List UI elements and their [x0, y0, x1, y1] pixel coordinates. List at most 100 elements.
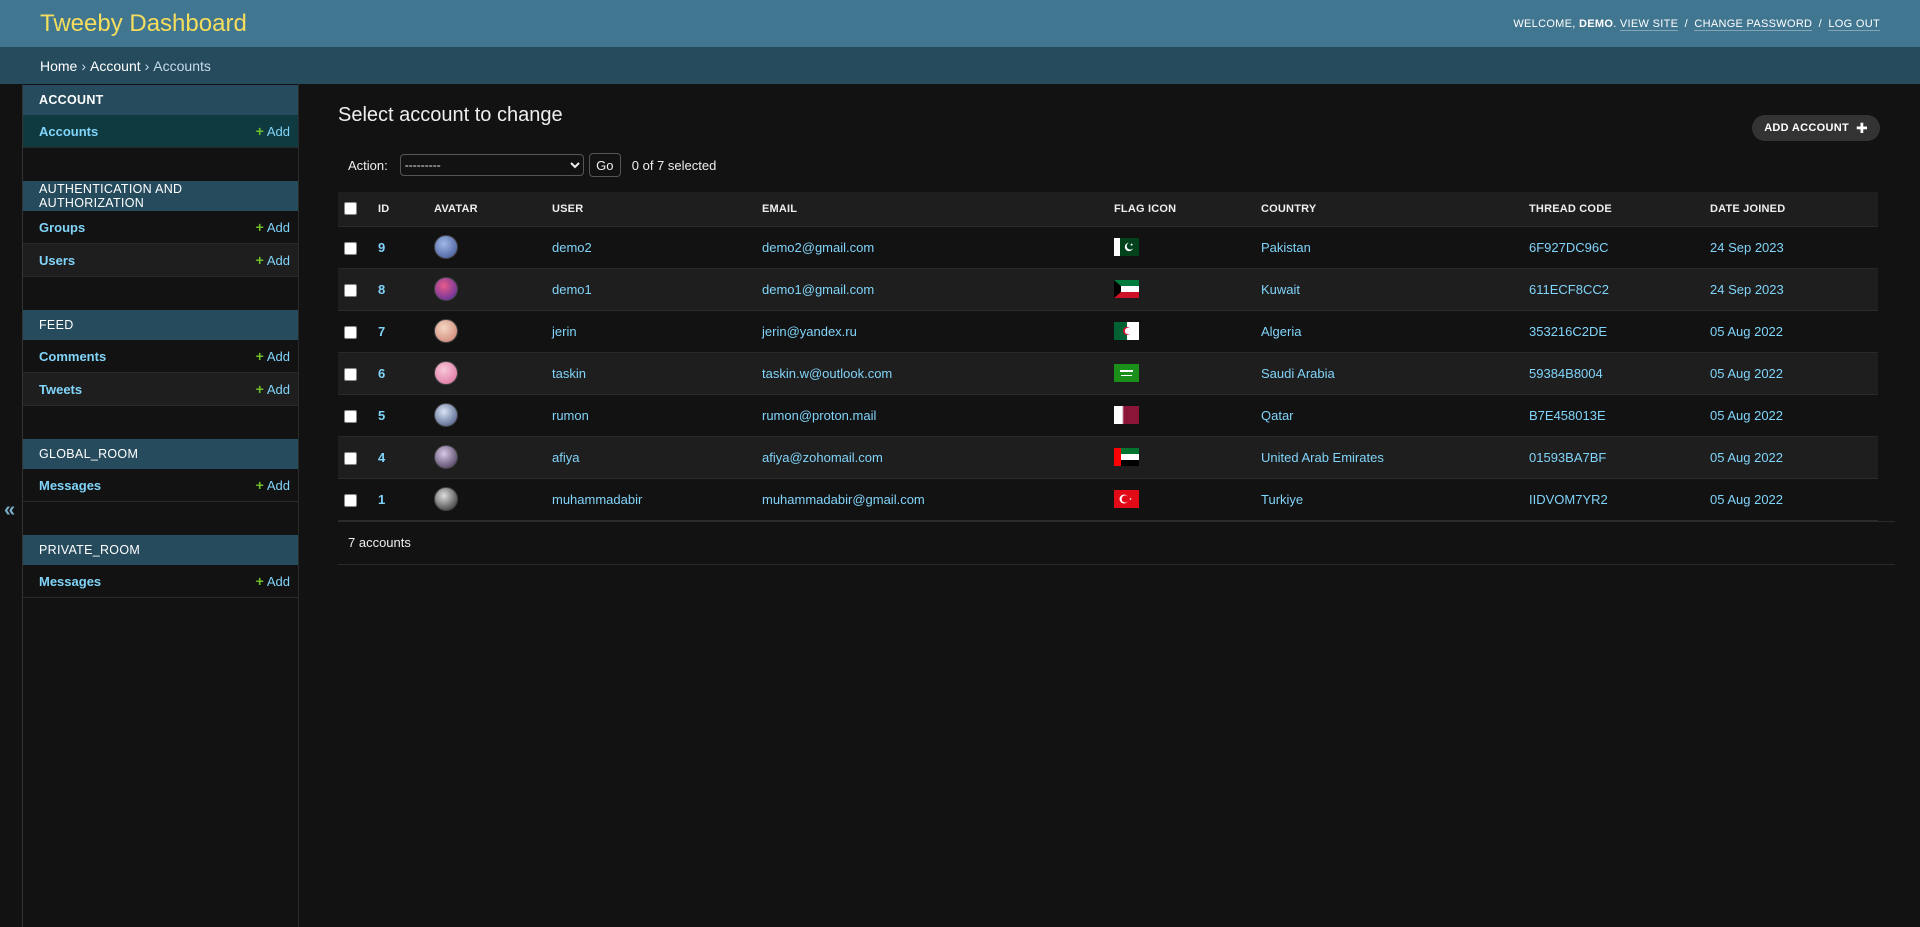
row-checkbox[interactable] — [344, 367, 357, 381]
column-header-id[interactable]: ID — [372, 192, 428, 227]
country-link[interactable]: Qatar — [1261, 408, 1294, 423]
actions-bar: Action: --------- Go 0 of 7 selected — [338, 147, 1900, 183]
sidebar-item-label[interactable]: Messages — [39, 478, 101, 493]
user-link[interactable]: jerin — [552, 324, 577, 339]
account-id-link[interactable]: 9 — [378, 240, 385, 255]
row-checkbox[interactable] — [344, 409, 357, 423]
id-cell: 9 — [372, 226, 428, 269]
thread-code-link[interactable]: 01593BA7BF — [1529, 450, 1606, 465]
breadcrumb-home[interactable]: Home — [40, 58, 77, 74]
log-out-link[interactable]: LOG OUT — [1828, 17, 1880, 31]
date-joined-link[interactable]: 24 Sep 2023 — [1710, 282, 1784, 297]
email-link[interactable]: demo1@gmail.com — [762, 282, 874, 297]
thread-code-link[interactable]: 353216C2DE — [1529, 324, 1607, 339]
account-id-link[interactable]: 5 — [378, 408, 385, 423]
date-joined-cell: 24 Sep 2023 — [1704, 226, 1878, 269]
column-header-country[interactable]: COUNTRY — [1255, 192, 1523, 227]
algeria-flag-icon — [1114, 322, 1139, 340]
saudi-arabia-flag-icon — [1114, 364, 1139, 382]
breadcrumb-account[interactable]: Account — [90, 58, 141, 74]
sidebar-item-label[interactable]: Groups — [39, 220, 85, 235]
row-checkbox[interactable] — [344, 451, 357, 465]
row-checkbox[interactable] — [344, 241, 357, 255]
site-name[interactable]: Tweeby Dashboard — [40, 10, 247, 38]
module-caption[interactable]: AUTHENTICATION AND AUTHORIZATION — [23, 181, 298, 211]
action-select[interactable]: --------- — [399, 154, 584, 176]
account-id-link[interactable]: 6 — [378, 366, 385, 381]
avatar-cell — [428, 310, 546, 353]
email-link[interactable]: afiya@zohomail.com — [762, 450, 883, 465]
separator: / — [1818, 17, 1823, 30]
column-header-user[interactable]: USER — [546, 192, 756, 227]
account-id-link[interactable]: 7 — [378, 324, 385, 339]
thread-code-link[interactable]: 6F927DC96C — [1529, 240, 1609, 255]
row-checkbox[interactable] — [344, 283, 357, 297]
view-site-link[interactable]: VIEW SITE — [1619, 17, 1679, 31]
row-checkbox[interactable] — [344, 325, 357, 339]
collapse-sidebar-icon[interactable]: « — [4, 499, 15, 522]
thread-code-link[interactable]: IIDVOM7YR2 — [1529, 492, 1608, 507]
add-private-messages-link[interactable]: + Add — [256, 573, 290, 589]
add-accounts-link[interactable]: + Add — [256, 123, 290, 139]
add-users-link[interactable]: + Add — [256, 252, 290, 268]
thread-code-link[interactable]: 59384B8004 — [1529, 366, 1603, 381]
account-id-link[interactable]: 4 — [378, 450, 385, 465]
column-header-date-joined[interactable]: DATE JOINED — [1704, 192, 1878, 227]
email-link[interactable]: rumon@proton.mail — [762, 408, 876, 423]
user-link[interactable]: demo1 — [552, 282, 592, 297]
column-header-email[interactable]: EMAIL — [756, 192, 1108, 227]
account-id-link[interactable]: 8 — [378, 282, 385, 297]
country-link[interactable]: Kuwait — [1261, 282, 1300, 297]
account-id-link[interactable]: 1 — [378, 492, 385, 507]
country-link[interactable]: Pakistan — [1261, 240, 1311, 255]
column-header-flag-icon[interactable]: FLAG ICON — [1108, 192, 1255, 227]
country-link[interactable]: Saudi Arabia — [1261, 366, 1335, 381]
change-password-link[interactable]: CHANGE PASSWORD — [1694, 17, 1813, 31]
row-checkbox[interactable] — [344, 493, 357, 507]
go-button[interactable]: Go — [588, 153, 621, 177]
date-joined-link[interactable]: 05 Aug 2022 — [1710, 492, 1783, 507]
column-header-thread-code[interactable]: THREAD CODE — [1523, 192, 1704, 227]
country-link[interactable]: United Arab Emirates — [1261, 450, 1384, 465]
add-account-button[interactable]: ADD ACCOUNT ✚ — [1752, 115, 1880, 141]
country-link[interactable]: Turkiye — [1261, 492, 1303, 507]
sidebar-item-label[interactable]: Messages — [39, 574, 101, 589]
user-link[interactable]: demo2 — [552, 240, 592, 255]
add-groups-link[interactable]: + Add — [256, 219, 290, 235]
email-link[interactable]: demo2@gmail.com — [762, 240, 874, 255]
plus-icon: + — [255, 477, 264, 493]
date-joined-link[interactable]: 05 Aug 2022 — [1710, 366, 1783, 381]
date-joined-cell: 05 Aug 2022 — [1704, 436, 1878, 479]
add-global-messages-link[interactable]: + Add — [256, 477, 290, 493]
module-caption[interactable]: PRIVATE_ROOM — [23, 535, 298, 565]
sidebar-item-label[interactable]: Users — [39, 253, 75, 268]
email-link[interactable]: jerin@yandex.ru — [762, 324, 857, 339]
email-cell: jerin@yandex.ru — [756, 310, 1108, 353]
user-link[interactable]: rumon — [552, 408, 589, 423]
date-joined-link[interactable]: 24 Sep 2023 — [1710, 240, 1784, 255]
module-global-room: GLOBAL_ROOM Messages + Add — [23, 439, 298, 502]
sidebar-item-label[interactable]: Tweets — [39, 382, 82, 397]
module-caption[interactable]: FEED — [23, 310, 298, 340]
column-header-avatar[interactable]: AVATAR — [428, 192, 546, 227]
user-link[interactable]: muhammadabir — [552, 492, 642, 507]
separator: / — [1684, 17, 1688, 30]
sidebar-item-label[interactable]: Comments — [39, 349, 106, 364]
sidebar-item-label[interactable]: Accounts — [39, 124, 98, 139]
add-comments-link[interactable]: + Add — [256, 348, 290, 364]
add-tweets-link[interactable]: + Add — [256, 381, 290, 397]
date-joined-link[interactable]: 05 Aug 2022 — [1710, 408, 1783, 423]
email-cell: rumon@proton.mail — [756, 394, 1108, 437]
user-link[interactable]: afiya — [552, 450, 579, 465]
module-caption[interactable]: ACCOUNT — [23, 85, 298, 115]
date-joined-link[interactable]: 05 Aug 2022 — [1710, 324, 1783, 339]
select-all-checkbox[interactable] — [344, 202, 357, 216]
module-caption[interactable]: GLOBAL_ROOM — [23, 439, 298, 469]
user-link[interactable]: taskin — [552, 366, 586, 381]
email-link[interactable]: taskin.w@outlook.com — [762, 366, 892, 381]
thread-code-link[interactable]: 611ECF8CC2 — [1529, 282, 1609, 297]
country-link[interactable]: Algeria — [1261, 324, 1301, 339]
date-joined-link[interactable]: 05 Aug 2022 — [1710, 450, 1783, 465]
email-link[interactable]: muhammadabir@gmail.com — [762, 492, 925, 507]
thread-code-link[interactable]: B7E458013E — [1529, 408, 1606, 423]
